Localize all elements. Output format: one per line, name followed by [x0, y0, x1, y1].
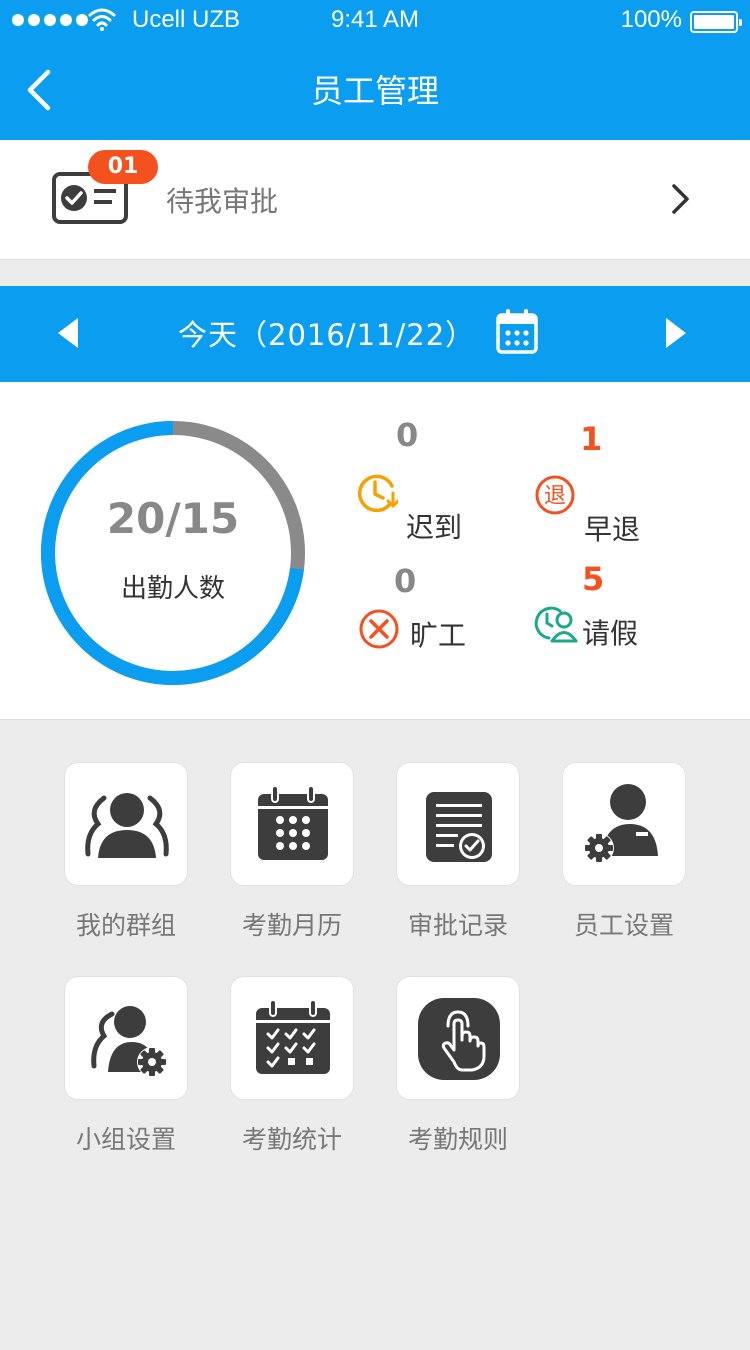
tile-attendance-stats-label: 考勤统计 [241, 1125, 342, 1154]
battery-percent: 100% [620, 6, 682, 33]
tile-my-groups[interactable] [64, 762, 188, 886]
page-title: 员工管理 [310, 72, 439, 110]
tile-approval-records-label: 审批记录 [407, 911, 508, 940]
tile-attendance-rules[interactable] [396, 976, 520, 1100]
group-settings-icon [91, 1006, 167, 1077]
stat-late[interactable]: 0 迟到 [354, 414, 484, 544]
stat-early-leave-label: 早退 [584, 513, 641, 546]
pending-label: 待我审批 [166, 185, 279, 218]
pending-count-badge: 01 [88, 150, 158, 184]
stat-absent[interactable]: 0 旷工 [356, 560, 486, 670]
attendance-ratio: 20/15 [106, 494, 240, 543]
leave-person-icon [534, 606, 578, 643]
battery-icon [690, 11, 742, 33]
stat-leave-value: 5 [582, 560, 605, 598]
triangle-left-icon[interactable] [56, 316, 80, 350]
svg-text:退: 退 [544, 484, 566, 509]
triangle-right-icon[interactable] [664, 316, 688, 350]
attendance-label: 出勤人数 [120, 574, 225, 604]
tile-employee-settings-label: 员工设置 [573, 911, 674, 940]
calendar-month-icon [258, 785, 328, 860]
tile-group-settings[interactable] [64, 976, 188, 1100]
tile-group-settings-label: 小组设置 [75, 1125, 176, 1154]
absent-x-icon [359, 609, 399, 649]
status-bar: Ucell UZB 9:41 AM 100% [0, 0, 750, 42]
calendar-icon[interactable] [496, 308, 538, 354]
stat-absent-value: 0 [394, 562, 417, 600]
attendance-summary: 20/15 出勤人数 0 迟到 1 退 早退 0 旷工 5 请假 [0, 382, 750, 720]
group-icon [85, 793, 169, 858]
stat-late-value: 0 [396, 416, 419, 454]
stat-early-leave[interactable]: 1 退 早退 [532, 416, 662, 546]
tile-attendance-rules-label: 考勤规则 [407, 1125, 508, 1154]
attendance-rules-icon [418, 998, 500, 1080]
pending-approval-row[interactable]: 01 待我审批 [0, 140, 750, 260]
clock-late-icon [358, 474, 398, 513]
early-leave-icon: 退 [535, 475, 575, 515]
stat-leave-label: 请假 [582, 617, 639, 650]
tile-attendance-calendar[interactable] [230, 762, 354, 886]
attendance-ring [41, 421, 305, 685]
stat-late-label: 迟到 [406, 511, 463, 544]
tile-attendance-stats[interactable] [230, 976, 354, 1100]
date-bar: 今天（2016/11/22） [0, 286, 750, 382]
stat-absent-label: 旷工 [410, 619, 467, 652]
top-bar: Ucell UZB 9:41 AM 100% 员工管理 [0, 0, 750, 140]
stat-leave[interactable]: 5 请假 [530, 558, 660, 668]
tile-my-groups-label: 我的群组 [75, 911, 176, 940]
stat-early-leave-value: 1 [580, 420, 603, 458]
chevron-right-icon [672, 184, 689, 214]
date-label: 今天（2016/11/22） [178, 318, 476, 352]
approval-record-icon [426, 792, 492, 862]
employee-settings-icon [584, 784, 658, 863]
tile-attendance-calendar-label: 考勤月历 [241, 911, 342, 940]
tile-employee-settings[interactable] [562, 762, 686, 886]
tile-approval-records[interactable] [396, 762, 520, 886]
attendance-stats-icon [256, 999, 330, 1074]
